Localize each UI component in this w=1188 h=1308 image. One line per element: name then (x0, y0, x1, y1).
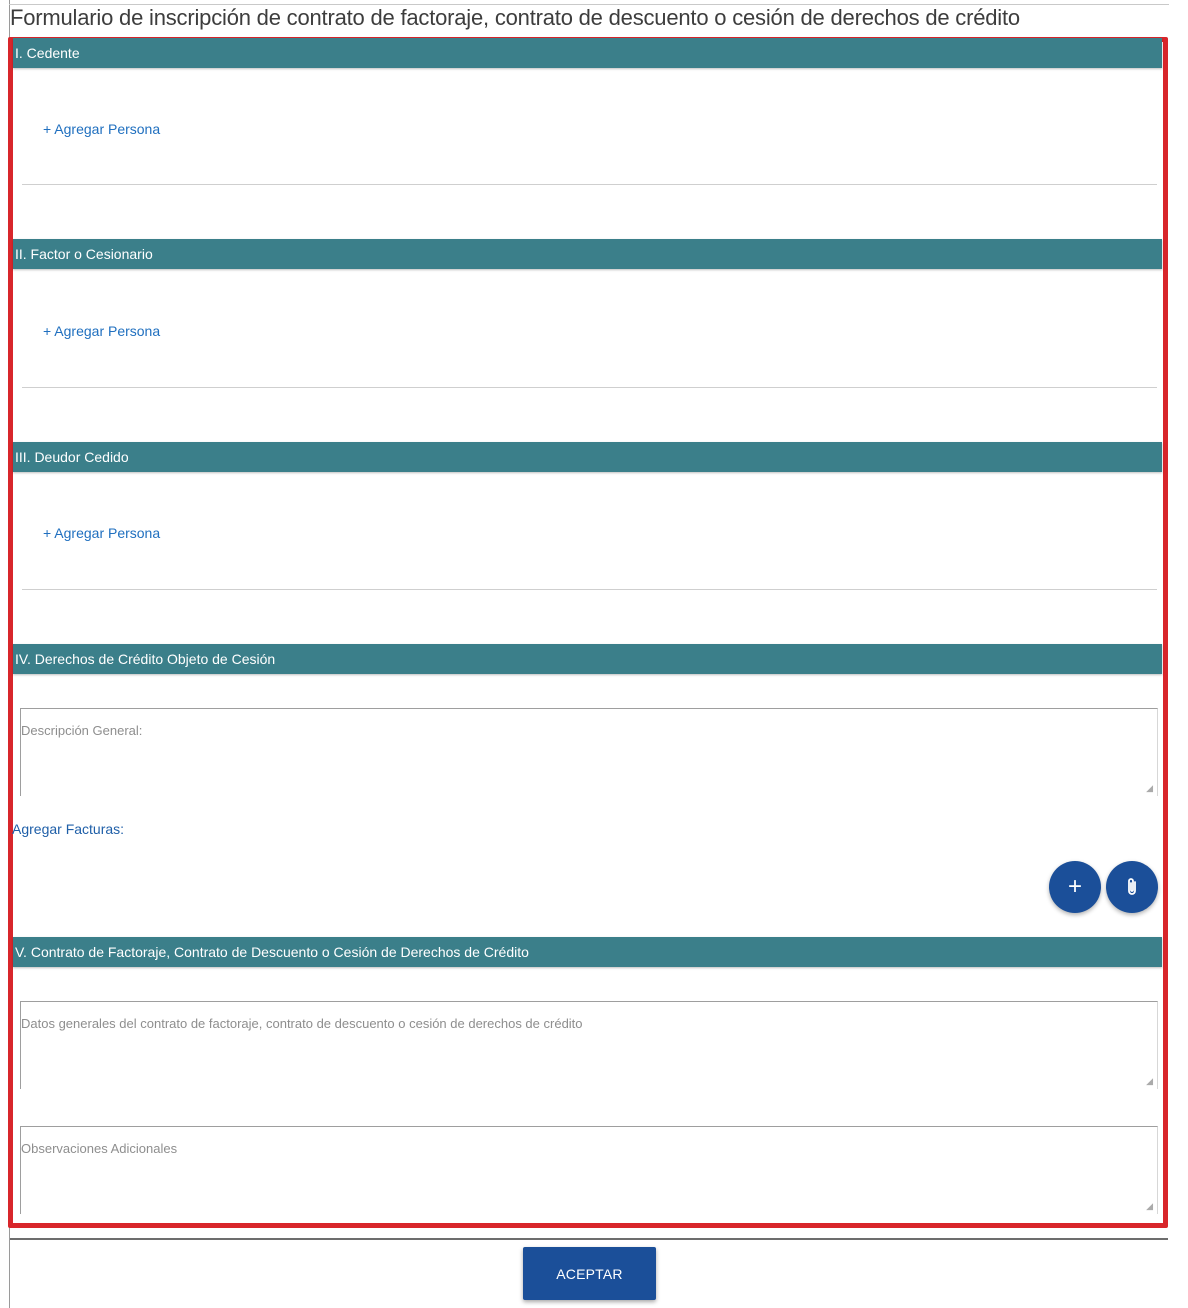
add-invoices-label: Agregar Facturas: (12, 821, 125, 837)
general-data-placeholder: Datos generales del contrato de factoraj… (21, 1016, 583, 1031)
divider-factor (22, 387, 1157, 388)
section-header-cedente: I. Cedente (13, 38, 1162, 68)
observations-placeholder: Observaciones Adicionales (21, 1141, 178, 1156)
add-person-factor-link[interactable]: + Agregar Persona (43, 323, 160, 339)
add-person-cedente-link[interactable]: + Agregar Persona (43, 121, 160, 137)
section-header-deudor: III. Deudor Cedido (13, 442, 1162, 472)
plus-icon: + (1067, 873, 1082, 900)
paperclip-icon (1128, 878, 1136, 895)
resize-grip-icon[interactable]: ◢ (1146, 1077, 1153, 1086)
page-title: Formulario de inscripción de contrato de… (10, 5, 1020, 30)
description-placeholder: Descripción General: (21, 723, 143, 738)
description-textarea[interactable]: Descripción General: ◢ (20, 708, 1158, 796)
add-person-deudor-link[interactable]: + Agregar Persona (43, 525, 160, 541)
observations-textarea[interactable]: Observaciones Adicionales ◢ (20, 1126, 1158, 1214)
resize-grip-icon[interactable]: ◢ (1146, 784, 1153, 793)
bottom-divider (10, 1238, 1168, 1240)
section-header-contrato: V. Contrato de Factoraje, Contrato de De… (13, 937, 1162, 967)
attach-invoice-button[interactable] (1106, 861, 1158, 913)
accept-button[interactable]: ACEPTAR (523, 1247, 656, 1300)
divider-cedente (22, 184, 1157, 185)
section-header-factor: II. Factor o Cesionario (13, 239, 1162, 269)
section-header-derechos: IV. Derechos de Crédito Objeto de Cesión (13, 644, 1162, 674)
general-data-textarea[interactable]: Datos generales del contrato de factoraj… (20, 1001, 1158, 1089)
add-invoice-button[interactable]: + (1049, 861, 1101, 913)
divider-deudor (22, 589, 1157, 590)
resize-grip-icon[interactable]: ◢ (1146, 1202, 1153, 1211)
